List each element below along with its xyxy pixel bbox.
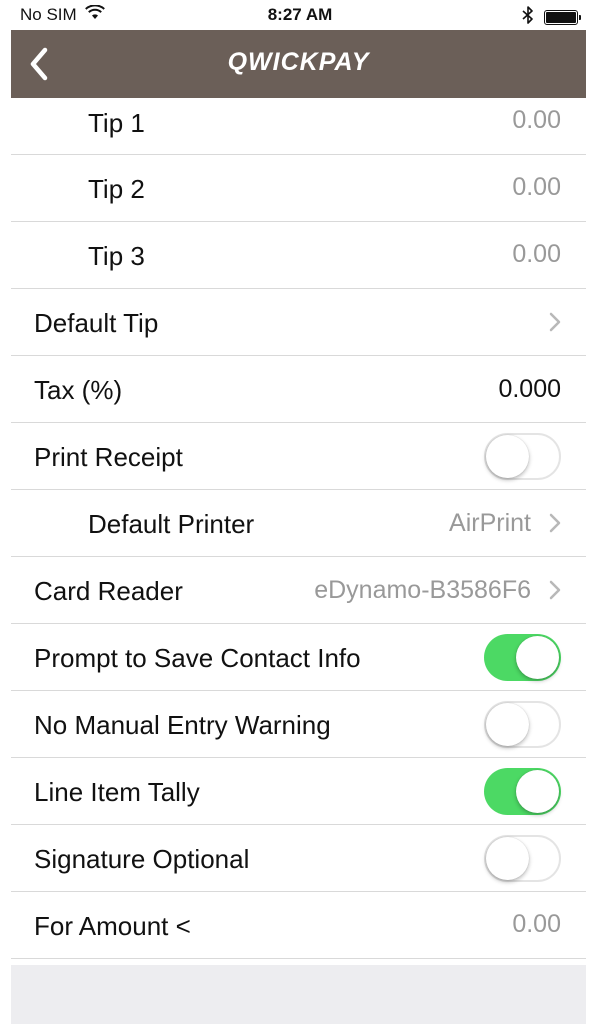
line-item-tally-toggle[interactable] bbox=[484, 768, 561, 815]
tax-value[interactable]: 0.000 bbox=[498, 375, 561, 404]
prompt-save-contact-row: Prompt to Save Contact Info bbox=[11, 624, 586, 691]
for-amount-value[interactable]: 0.00 bbox=[512, 910, 561, 939]
tip-3-row[interactable]: Tip 3 0.00 bbox=[11, 222, 586, 289]
print-receipt-label: Print Receipt bbox=[34, 442, 183, 472]
app-logo: QWICKPAY bbox=[227, 48, 370, 76]
tip-1-value[interactable]: 0.00 bbox=[512, 106, 561, 135]
line-item-tally-row: Line Item Tally bbox=[11, 758, 586, 825]
tip-2-label: Tip 2 bbox=[88, 174, 145, 204]
card-reader-value: eDynamo-B3586F6 bbox=[314, 576, 531, 604]
status-time: 8:27 AM bbox=[267, 5, 333, 24]
signature-optional-toggle[interactable] bbox=[484, 835, 561, 882]
print-receipt-row: Print Receipt bbox=[11, 423, 586, 490]
default-printer-label: Default Printer bbox=[88, 509, 255, 539]
status-right bbox=[522, 6, 581, 29]
tip-1-label: Tip 1 bbox=[88, 108, 145, 138]
tax-row[interactable]: Tax (%) 0.000 bbox=[11, 356, 586, 423]
signature-optional-label: Signature Optional bbox=[34, 844, 250, 874]
tip-2-row[interactable]: Tip 2 0.00 bbox=[11, 155, 586, 222]
battery-icon bbox=[544, 10, 581, 25]
tip-1-row[interactable]: Tip 1 0.00 bbox=[11, 98, 586, 155]
no-manual-entry-toggle[interactable] bbox=[484, 701, 561, 748]
tip-2-value[interactable]: 0.00 bbox=[512, 173, 561, 202]
bluetooth-icon bbox=[522, 6, 534, 29]
tax-label: Tax (%) bbox=[34, 375, 123, 405]
default-printer-value: AirPrint bbox=[449, 509, 531, 537]
line-item-tally-label: Line Item Tally bbox=[34, 777, 200, 807]
chevron-right-icon bbox=[549, 312, 561, 332]
signature-optional-row: Signature Optional bbox=[11, 825, 586, 892]
for-amount-row[interactable]: For Amount < 0.00 bbox=[11, 892, 586, 959]
card-reader-label: Card Reader bbox=[34, 576, 183, 606]
default-tip-label: Default Tip bbox=[34, 308, 159, 338]
card-reader-row[interactable]: Card Reader eDynamo-B3586F6 bbox=[11, 557, 586, 624]
no-manual-entry-row: No Manual Entry Warning bbox=[11, 691, 586, 758]
tip-3-label: Tip 3 bbox=[88, 241, 145, 271]
navigation-bar: QWICKPAY bbox=[11, 30, 586, 98]
status-bar: No SIM 8:27 AM bbox=[0, 0, 600, 30]
prompt-save-contact-toggle[interactable] bbox=[484, 634, 561, 681]
list-footer-background bbox=[11, 965, 586, 1024]
settings-list: Tip 1 0.00 Tip 2 0.00 Tip 3 0.00 Default… bbox=[11, 98, 586, 959]
print-receipt-toggle[interactable] bbox=[484, 433, 561, 480]
chevron-right-icon bbox=[549, 513, 561, 533]
chevron-right-icon bbox=[549, 580, 561, 600]
app-screen: No SIM 8:27 AM QWICKPAY Tip 1 0.00 Tip 2… bbox=[0, 0, 600, 1024]
prompt-save-contact-label: Prompt to Save Contact Info bbox=[34, 643, 361, 673]
no-manual-entry-label: No Manual Entry Warning bbox=[34, 710, 331, 740]
tip-3-value[interactable]: 0.00 bbox=[512, 240, 561, 269]
default-printer-row[interactable]: Default Printer AirPrint bbox=[11, 490, 586, 557]
for-amount-label: For Amount < bbox=[34, 911, 191, 941]
default-tip-row[interactable]: Default Tip bbox=[11, 289, 586, 356]
